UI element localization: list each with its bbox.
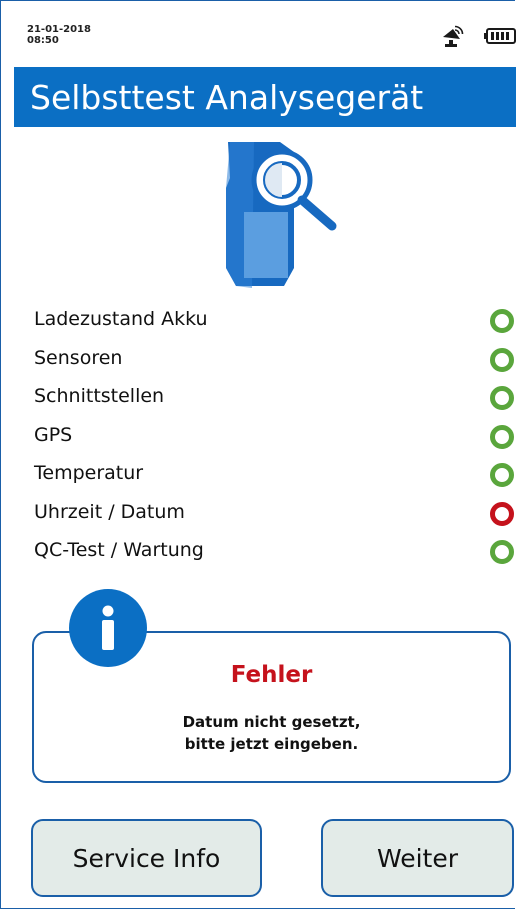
- page-title-text: Selbsttest Analysegerät: [30, 77, 424, 117]
- status-ok-icon: [490, 463, 514, 487]
- status-datetime: 21-01-2018 08:50: [27, 24, 91, 46]
- battery-full-icon: [484, 28, 516, 44]
- error-message-line: bitte jetzt eingeben.: [184, 735, 359, 753]
- info-icon: [69, 589, 147, 667]
- check-label: Ladezustand Akku: [34, 308, 208, 331]
- selftest-list: Ladezustand Akku Sensoren Schnittstellen…: [34, 300, 516, 570]
- status-time: 08:50: [27, 35, 59, 46]
- status-ok-icon: [490, 309, 514, 333]
- check-row-battery: Ladezustand Akku: [34, 300, 516, 339]
- satellite-signal-icon: [443, 25, 464, 47]
- check-label: Schnittstellen: [34, 385, 165, 408]
- analyzer-device-search-icon: [226, 142, 337, 288]
- status-ok-icon: [490, 424, 514, 449]
- check-row-gps: GPS: [34, 416, 516, 455]
- check-label: GPS: [34, 423, 73, 446]
- page-title: Selbsttest Analysegerät: [14, 67, 516, 127]
- check-row-datetime: Uhrzeit / Datum: [34, 493, 516, 532]
- check-label: QC-Test / Wartung: [34, 539, 204, 562]
- error-message: Datum nicht gesetzt, bitte jetzt eingebe…: [32, 711, 511, 755]
- status-date: 21-01-2018: [27, 24, 91, 35]
- status-ok-icon: [490, 347, 514, 372]
- check-label: Temperatur: [34, 462, 144, 485]
- check-label: Uhrzeit / Datum: [34, 500, 185, 523]
- service-info-button[interactable]: Service Info: [31, 819, 262, 897]
- check-row-sensors: Sensoren: [34, 339, 516, 378]
- next-button[interactable]: Weiter: [321, 819, 514, 897]
- status-ok-icon: [490, 540, 514, 564]
- error-title: Fehler: [230, 662, 313, 688]
- status-error-icon: [490, 501, 514, 526]
- check-row-interfaces: Schnittstellen: [34, 377, 516, 416]
- check-row-temperature: Temperatur: [34, 454, 516, 493]
- check-row-qc: QC-Test / Wartung: [34, 531, 516, 570]
- status-ok-icon: [490, 386, 514, 410]
- error-message-line: Datum nicht gesetzt,: [182, 713, 361, 731]
- check-label: Sensoren: [34, 346, 123, 369]
